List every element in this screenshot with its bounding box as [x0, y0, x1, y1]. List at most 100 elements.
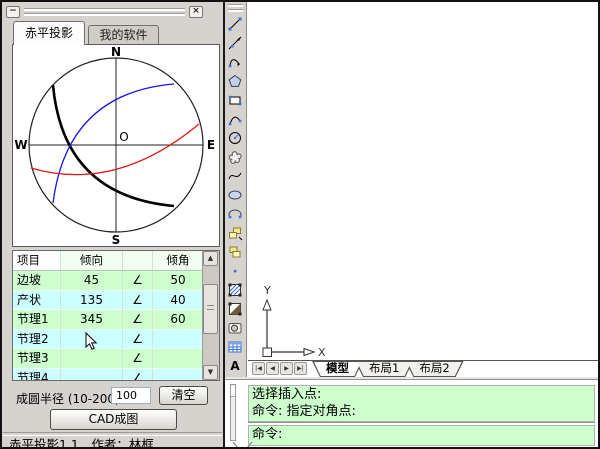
angle-symbol: ∠	[123, 369, 153, 382]
ucs-y-label: Y	[263, 284, 271, 297]
titlebar-grip[interactable]	[24, 8, 185, 16]
dip-angle-cell[interactable]	[153, 369, 203, 382]
mtext-glyph: A	[230, 359, 239, 373]
scroll-down-icon: ▼	[208, 368, 213, 376]
tab-label: 我的软件	[99, 28, 147, 42]
dip-direction-cell[interactable]: 45	[61, 271, 123, 290]
rectangle-icon[interactable]	[225, 90, 245, 109]
tab-model[interactable]: 模型	[312, 361, 363, 377]
stereonet-plot: N S W E O	[12, 44, 220, 247]
gradient-icon[interactable]	[225, 299, 245, 318]
table-row: 节理4 ∠	[13, 369, 219, 382]
table-icon[interactable]	[225, 337, 245, 356]
ucs-icon: Y X	[252, 282, 326, 364]
tab-label: 赤平投影	[25, 26, 73, 40]
arc-icon[interactable]	[225, 109, 245, 128]
mouse-cursor	[85, 332, 98, 351]
command-history-line: 选择插入点:	[249, 386, 594, 403]
region-icon[interactable]	[225, 318, 245, 337]
clear-button[interactable]: 清空	[159, 386, 208, 405]
scroll-up-icon: ▲	[208, 254, 213, 262]
tab-stereographic-projection[interactable]: 赤平投影	[13, 21, 85, 45]
first-tab-icon: |◀	[255, 365, 262, 372]
close-icon: ×	[192, 6, 200, 16]
header-item: 项目	[13, 251, 61, 270]
draw-toolbar: A	[225, 2, 247, 377]
line-icon[interactable]	[225, 14, 245, 33]
hatch-icon[interactable]	[225, 280, 245, 299]
table-scrollbar[interactable]: ▲ ▼	[202, 251, 219, 380]
orientation-table: 项目 倾向 倾角 边坡 45 ∠ 50 产状 135 ∠ 40 节理1 345 …	[12, 250, 220, 381]
prev-tab-button[interactable]: ◀	[266, 362, 279, 375]
dip-direction-cell[interactable]	[61, 349, 123, 368]
palette-titlebar[interactable]: − ×	[6, 5, 203, 18]
command-history: 选择插入点: 命令: 指定对角点:	[248, 385, 595, 422]
dip-direction-cell[interactable]: 345	[61, 310, 123, 329]
row-item-label: 节理3	[13, 349, 61, 368]
toolbar-grip[interactable]	[228, 4, 243, 12]
dip-angle-cell[interactable]: 40	[153, 291, 203, 310]
dip-angle-cell[interactable]: 60	[153, 310, 203, 329]
command-splitter[interactable]	[248, 422, 595, 423]
multiline-text-icon[interactable]: A	[225, 356, 245, 375]
dip-angle-cell[interactable]	[153, 330, 203, 349]
polygon-icon[interactable]	[225, 71, 245, 90]
scroll-down-button[interactable]: ▼	[203, 365, 218, 380]
header-dip-direction: 倾向	[61, 251, 123, 270]
angle-symbol: ∠	[123, 291, 153, 310]
next-tab-button[interactable]: ▶	[280, 362, 293, 375]
angle-symbol: ∠	[123, 271, 153, 290]
command-prompt-text: 命令:	[249, 426, 594, 443]
south-label: S	[112, 233, 121, 246]
scroll-up-button[interactable]: ▲	[203, 251, 218, 266]
command-window: 选择插入点: 命令: 指定对角点: 命令:	[225, 377, 598, 447]
last-tab-button[interactable]: ▶|	[294, 362, 307, 375]
close-button[interactable]: ×	[189, 6, 203, 18]
stereonet-svg: N S W E O	[13, 45, 219, 246]
table-row: 节理1 345 ∠ 60	[13, 310, 219, 330]
header-dip-angle: 倾角	[153, 251, 203, 270]
command-scrollbar[interactable]	[230, 384, 236, 441]
layout-tabstrip: |◀ ◀ ▶ ▶| 模型 布局1 布局2	[248, 360, 598, 378]
dip-angle-cell[interactable]	[153, 349, 203, 368]
tab-layout2[interactable]: 布局2	[405, 361, 463, 377]
row-item-label: 产状	[13, 291, 61, 310]
prev-tab-icon: ◀	[270, 365, 275, 372]
angle-symbol: ∠	[123, 310, 153, 329]
insert-block-icon[interactable]	[225, 223, 245, 242]
ellipse-icon[interactable]	[225, 185, 245, 204]
tab-nav-buttons: |◀ ◀ ▶ ▶|	[252, 362, 308, 375]
scrollbar-thumb[interactable]	[203, 284, 218, 334]
east-label: E	[207, 138, 215, 152]
dip-direction-cell[interactable]	[61, 369, 123, 382]
make-block-icon[interactable]	[225, 242, 245, 261]
tab-layout1[interactable]: 布局1	[355, 361, 413, 377]
north-label: N	[111, 45, 121, 59]
point-icon[interactable]	[225, 261, 245, 280]
ellipse-arc-icon[interactable]	[225, 204, 245, 223]
tab-my-software[interactable]: 我的软件	[88, 25, 159, 45]
revision-cloud-icon[interactable]	[225, 147, 245, 166]
first-tab-button[interactable]: |◀	[252, 362, 265, 375]
table-row: 节理3 ∠	[13, 349, 219, 369]
construction-line-icon[interactable]	[225, 33, 245, 52]
spline-icon[interactable]	[225, 166, 245, 185]
dip-direction-cell[interactable]: 135	[61, 291, 123, 310]
clear-button-label: 清空	[171, 388, 195, 402]
circle-icon[interactable]	[225, 128, 245, 147]
minimize-icon: −	[9, 6, 17, 16]
center-label: O	[119, 130, 128, 144]
radius-input[interactable]	[111, 387, 151, 404]
row-item-label: 节理2	[13, 330, 61, 349]
minimize-button[interactable]: −	[6, 6, 20, 18]
last-tab-icon: ▶|	[297, 365, 304, 372]
joint-great-circle	[53, 84, 174, 203]
polyline-icon[interactable]	[225, 52, 245, 71]
dip-angle-cell[interactable]: 50	[153, 271, 203, 290]
command-input-line[interactable]: 命令:	[248, 425, 595, 446]
table-row: 边坡 45 ∠ 50	[13, 271, 219, 291]
cad-plot-button[interactable]: CAD成图	[50, 409, 177, 430]
ucs-x-label: X	[318, 346, 326, 359]
row-item-label: 节理4	[13, 369, 61, 382]
table-header-row: 项目 倾向 倾角	[13, 251, 219, 271]
